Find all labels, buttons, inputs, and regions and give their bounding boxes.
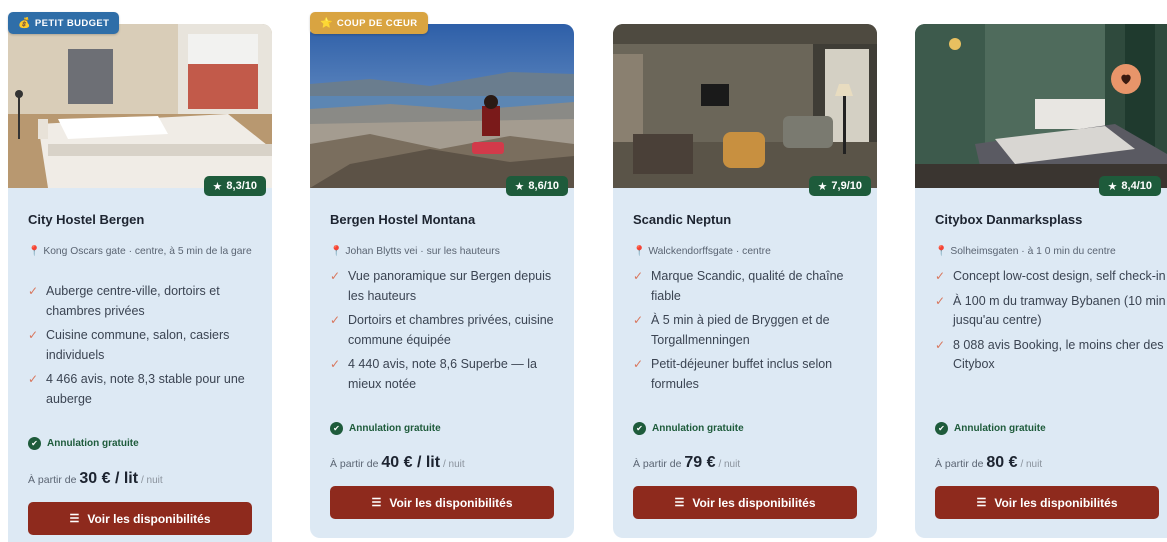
hotel-card: ★ 8,4/10 Citybox Danmarksplass 📍 Solheim… bbox=[915, 24, 1167, 538]
hotel-address: 📍 Walckendorffsgate · centre bbox=[633, 246, 771, 257]
rating-badge: ★ 8,4/10 bbox=[1098, 176, 1161, 196]
list-icon: ☰ bbox=[69, 513, 80, 525]
feature-list: ✓ Auberge centre-ville, dortoirs et chamb… bbox=[28, 282, 260, 414]
free-cancellation: ✔ Annulation gratuite bbox=[28, 437, 139, 450]
heart-icon bbox=[1121, 74, 1131, 85]
checkmark-circle-icon: ✔ bbox=[28, 437, 41, 450]
hotel-name[interactable]: Citybox Danmarksplass bbox=[935, 212, 1082, 227]
hotel-name[interactable]: City Hostel Bergen bbox=[28, 212, 144, 227]
location-pin-icon: 📍 bbox=[330, 246, 343, 257]
feature-item: ✓ 8 088 avis Booking, le moins cher des C… bbox=[935, 337, 1164, 372]
check-icon: ✓ bbox=[330, 269, 341, 283]
price-amount: 40 € / lit bbox=[381, 454, 441, 471]
hotel-photo[interactable] bbox=[310, 24, 574, 188]
moneybag-icon: 💰 bbox=[18, 17, 31, 29]
star-icon: ★ bbox=[817, 180, 828, 193]
hotel-address: 📍 Solheimsgaten · à 1 0 min du centre bbox=[935, 246, 1116, 257]
checkmark-circle-icon: ✔ bbox=[330, 422, 343, 435]
feature-list: ✓ Vue panoramique sur Bergen depuis les h… bbox=[330, 267, 562, 399]
price-amount: 80 € bbox=[986, 454, 1018, 471]
feature-item: ✓ Dortoirs et chambres privées, cuisine c… bbox=[330, 313, 554, 347]
location-pin-icon: 📍 bbox=[28, 246, 41, 257]
list-icon: ☰ bbox=[976, 497, 987, 509]
hostel-room-image bbox=[8, 24, 272, 188]
location-pin-icon: 📍 bbox=[935, 246, 948, 257]
check-icon: ✓ bbox=[935, 293, 946, 308]
free-cancellation: ✔ Annulation gratuite bbox=[330, 422, 441, 435]
price-amount: 79 € bbox=[684, 454, 716, 471]
star-icon: ★ bbox=[1107, 180, 1118, 193]
budget-badge: 💰 PETIT BUDGET bbox=[8, 12, 120, 34]
bergen-view-image bbox=[310, 24, 574, 188]
feature-item: ✓ À 5 min à pied de Bryggen et de Torgall… bbox=[633, 313, 830, 347]
check-icon: ✓ bbox=[935, 269, 946, 283]
checkmark-circle-icon: ✔ bbox=[935, 422, 948, 435]
availability-button[interactable]: ☰ Voir les disponibilités bbox=[633, 486, 857, 519]
hotel-address: 📍 Kong Oscars gate · centre, à 5 min de … bbox=[28, 246, 252, 257]
availability-button[interactable]: ☰ Voir les disponibilités bbox=[28, 502, 252, 535]
check-icon: ✓ bbox=[330, 357, 341, 371]
hotel-card: ★ 7,9/10 Scandic Neptun 📍 Walckendorffsg… bbox=[613, 24, 877, 538]
star-icon: ★ bbox=[514, 180, 525, 193]
free-cancellation: ✔ Annulation gratuite bbox=[633, 422, 744, 435]
check-icon: ✓ bbox=[28, 284, 39, 298]
hotel-photo[interactable] bbox=[613, 24, 877, 188]
feature-list: ✓ Marque Scandic, qualité de chaîne fiabl… bbox=[633, 267, 865, 399]
feature-item: ✓ Cuisine commune, salon, casiers individ… bbox=[28, 328, 230, 362]
star-icon: ★ bbox=[212, 180, 223, 193]
feature-item: ✓ À 100 m du tramway Bybanen (10 min jusq… bbox=[935, 293, 1166, 328]
feature-item: ✓ Auberge centre-ville, dortoirs et chamb… bbox=[28, 284, 220, 318]
hotel-photo[interactable] bbox=[8, 24, 272, 188]
feature-list: ✓ Concept low-cost design, self check-in … bbox=[935, 267, 1167, 380]
location-pin-icon: 📍 bbox=[633, 246, 646, 257]
checkmark-circle-icon: ✔ bbox=[633, 422, 646, 435]
free-cancellation: ✔ Annulation gratuite bbox=[935, 422, 1046, 435]
feature-item: ✓ 4 440 avis, note 8,6 Superbe — la mieux… bbox=[330, 357, 538, 391]
price-line: À partir de 79 € / nuit bbox=[633, 454, 741, 471]
availability-button[interactable]: ☰ Voir les disponibilités bbox=[330, 486, 554, 519]
check-icon: ✓ bbox=[28, 328, 39, 342]
price-line: À partir de 80 € / nuit bbox=[935, 454, 1043, 471]
hotel-room-image bbox=[915, 24, 1167, 188]
hotel-photo[interactable] bbox=[915, 24, 1167, 188]
hotel-name[interactable]: Bergen Hostel Montana bbox=[330, 212, 475, 227]
check-icon: ✓ bbox=[633, 357, 644, 371]
hotel-name[interactable]: Scandic Neptun bbox=[633, 212, 731, 227]
check-icon: ✓ bbox=[28, 372, 39, 386]
rating-badge: ★ 7,9/10 bbox=[808, 176, 871, 196]
availability-button[interactable]: ☰ Voir les disponibilités bbox=[935, 486, 1159, 519]
feature-item: ✓ Petit-déjeuner buffet inclus selon form… bbox=[633, 357, 833, 391]
rating-badge: ★ 8,3/10 bbox=[203, 176, 266, 196]
list-icon: ☰ bbox=[371, 497, 382, 509]
check-icon: ✓ bbox=[330, 313, 341, 327]
feature-item: ✓ 4 466 avis, note 8,3 stable pour une au… bbox=[28, 372, 245, 406]
check-icon: ✓ bbox=[935, 337, 946, 352]
check-icon: ✓ bbox=[633, 313, 644, 327]
favorite-button[interactable] bbox=[1111, 64, 1141, 94]
price-line: À partir de 40 € / lit / nuit bbox=[330, 454, 465, 471]
feature-item: ✓ Vue panoramique sur Bergen depuis les h… bbox=[330, 269, 552, 303]
hotel-address: 📍 Johan Blytts vei · sur les hauteurs bbox=[330, 246, 500, 257]
feature-item: ✓ Concept low-cost design, self check-in bbox=[935, 267, 1167, 287]
price-line: À partir de 30 € / lit / nuit bbox=[28, 470, 163, 487]
rating-badge: ★ 8,6/10 bbox=[505, 176, 568, 196]
hotel-room-image bbox=[613, 24, 877, 188]
hotel-card: 💰 PETIT BUDGET ★ 8,3/10 City Hostel Berg… bbox=[8, 12, 272, 542]
check-icon: ✓ bbox=[633, 269, 644, 283]
favorite-badge: ⭐ COUP DE CŒUR bbox=[310, 12, 428, 34]
star-icon: ⭐ bbox=[320, 17, 333, 29]
price-amount: 30 € / lit bbox=[79, 470, 139, 487]
list-icon: ☰ bbox=[674, 497, 685, 509]
hotel-card: ⭐ COUP DE CŒUR ★ 8,6/10 Bergen Hostel Mo… bbox=[310, 12, 574, 538]
feature-item: ✓ Marque Scandic, qualité de chaîne fiabl… bbox=[633, 269, 844, 303]
